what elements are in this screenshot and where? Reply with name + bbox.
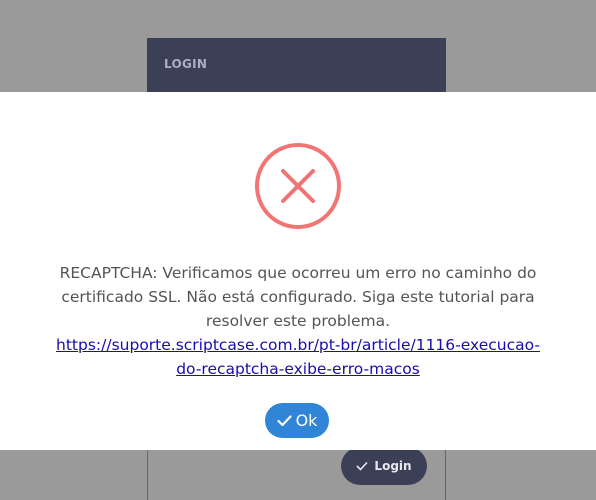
- message-line: certificado SSL. Não está configurado. S…: [61, 288, 535, 306]
- message-line: RECAPTCHA: Verificamos que ocorreu um er…: [59, 264, 537, 282]
- login-card-title: LOGIN: [164, 57, 208, 71]
- error-x-icon: [255, 143, 341, 229]
- check-icon: [356, 461, 369, 471]
- login-card-header: LOGIN: [147, 38, 446, 92]
- check-icon: [276, 414, 292, 426]
- ok-button[interactable]: Ok: [265, 403, 329, 438]
- tutorial-link-continued[interactable]: do-recaptcha-exibe-erro-macos: [176, 360, 420, 378]
- dialog-message: RECAPTCHA: Verificamos que ocorreu um er…: [30, 261, 566, 381]
- ok-button-label: Ok: [295, 411, 318, 430]
- error-dialog: RECAPTCHA: Verificamos que ocorreu um er…: [0, 92, 596, 450]
- login-button[interactable]: Login: [341, 447, 427, 485]
- tutorial-link[interactable]: https://suporte.scriptcase.com.br/pt-br/…: [56, 336, 540, 354]
- message-line: resolver este problema.: [205, 312, 391, 330]
- login-button-label: Login: [374, 459, 412, 473]
